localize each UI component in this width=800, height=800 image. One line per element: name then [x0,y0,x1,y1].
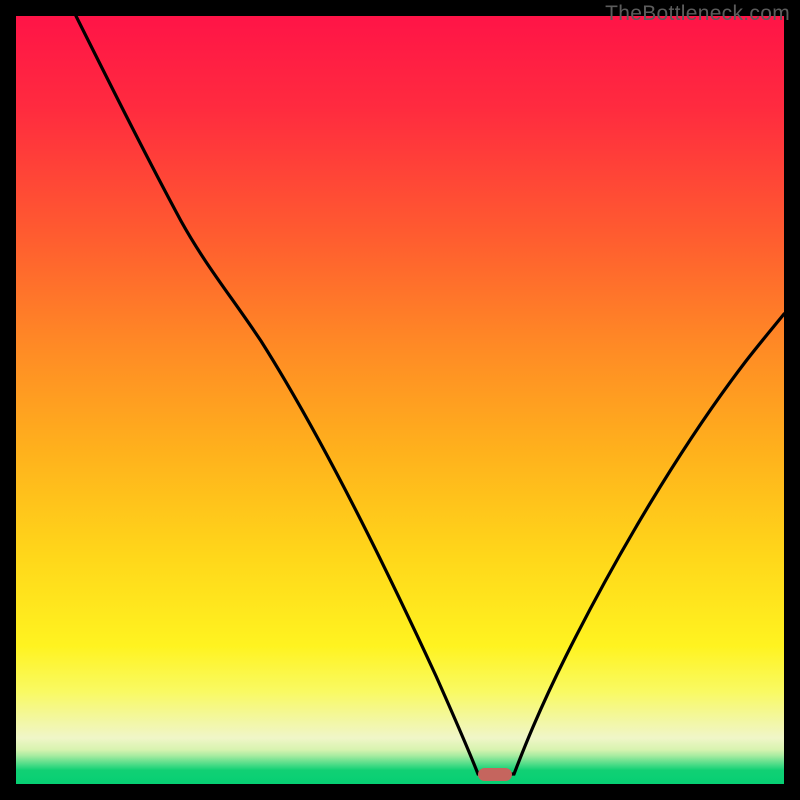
chart-frame: TheBottleneck.com [0,0,800,800]
gradient-background [16,16,784,784]
optimal-marker [478,768,512,781]
watermark-text: TheBottleneck.com [605,2,790,26]
